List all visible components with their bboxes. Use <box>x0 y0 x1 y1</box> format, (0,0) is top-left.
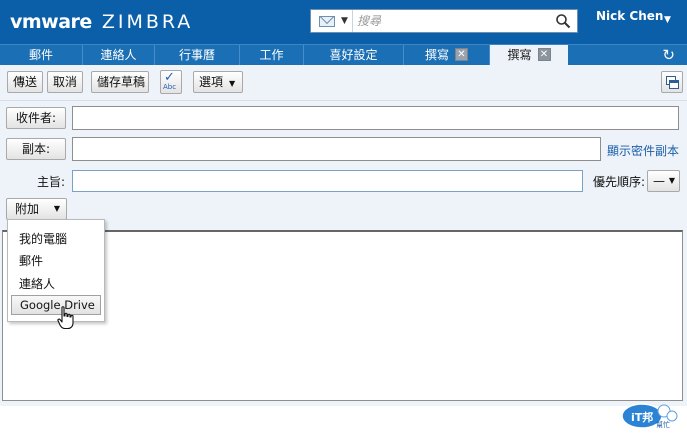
detach-window-icon-front <box>669 80 679 89</box>
search-icon[interactable] <box>555 13 571 29</box>
priority-label: 優先順序: <box>593 175 646 189</box>
cc-field[interactable] <box>72 137 601 161</box>
chevron-down-icon[interactable]: ▼ <box>664 15 671 25</box>
hand-cursor-icon <box>57 306 74 330</box>
search-box: ▼ <box>310 9 578 33</box>
tab-compose-2[interactable]: 撰寫 ✕ <box>490 45 568 66</box>
tab-label: 撰寫 <box>507 48 532 62</box>
ithome-logo-icon: iT邦 幫忙 <box>621 403 678 429</box>
menu-item-mail[interactable]: 郵件 <box>19 252 43 269</box>
chevron-down-icon: ▼ <box>229 79 236 88</box>
tab-tasks[interactable]: 工作 <box>240 45 304 65</box>
tab-compose-1[interactable]: 撰寫 ✕ <box>404 45 490 65</box>
compose-toolbar: 傳送 取消 儲存草稿 ✓ Abc 選項 ▼ <box>0 65 687 101</box>
attach-button[interactable]: 附加 ▼ <box>6 198 67 220</box>
chevron-down-icon: ▼ <box>668 176 675 185</box>
subject-label: 主旨: <box>37 175 66 189</box>
cc-button[interactable]: 副本: <box>6 138 66 160</box>
watermark-sub: 幫忙 <box>656 420 670 429</box>
tab-label: 撰寫 <box>424 48 449 62</box>
spellcheck-button[interactable]: ✓ Abc <box>160 70 182 94</box>
tab-calendar[interactable]: 行事曆 <box>155 45 240 65</box>
envelope-icon <box>319 16 335 27</box>
brand-zimbra: ZIMBRA <box>101 11 194 33</box>
detach-window-button[interactable] <box>661 71 683 93</box>
zimbra-logo: vmware ZIMBRA <box>10 11 193 33</box>
priority-dropdown[interactable]: — ▼ <box>647 170 680 192</box>
watermark-main: iT邦 <box>631 410 653 424</box>
to-button[interactable]: 收件者: <box>6 107 66 129</box>
tab-label: 喜好設定 <box>329 48 378 62</box>
spellcheck-label: Abc <box>163 83 177 91</box>
brand-vmware: vmware <box>10 11 92 33</box>
close-icon[interactable]: ✕ <box>537 48 551 61</box>
send-button[interactable]: 傳送 <box>7 71 43 93</box>
priority-value: — <box>653 174 665 188</box>
app-tabbar: 郵件 連絡人 行事曆 工作 喜好設定 撰寫 ✕ 撰寫 ✕ ↻ <box>0 44 687 66</box>
attach-menu: 我的電腦 郵件 連絡人 Google Drive <box>7 219 105 322</box>
menu-item-contacts[interactable]: 連絡人 <box>19 275 55 292</box>
subject-field[interactable] <box>72 170 583 192</box>
menu-item-google-drive[interactable]: Google Drive <box>11 295 101 315</box>
app-header: vmware ZIMBRA ▼ Nick Chen ▼ <box>0 0 687 44</box>
chevron-down-icon: ▼ <box>53 204 60 213</box>
search-input[interactable] <box>357 12 547 30</box>
tab-preferences[interactable]: 喜好設定 <box>304 45 404 65</box>
tab-label: 行事曆 <box>178 48 215 62</box>
tab-label: 郵件 <box>28 48 53 62</box>
to-field[interactable] <box>72 106 679 130</box>
tab-contacts[interactable]: 連絡人 <box>83 45 155 65</box>
tab-label: 連絡人 <box>100 48 137 62</box>
show-bcc-link[interactable]: 顯示密件副本 <box>607 142 679 159</box>
refresh-icon[interactable]: ↻ <box>662 46 675 64</box>
attach-label: 附加 <box>15 202 40 216</box>
menu-item-my-computer[interactable]: 我的電腦 <box>19 230 67 247</box>
options-label: 選項 <box>199 75 224 89</box>
chevron-down-icon: ▼ <box>341 16 348 26</box>
save-draft-button[interactable]: 儲存草稿 <box>91 71 149 93</box>
tab-label: 工作 <box>259 48 284 62</box>
close-icon[interactable]: ✕ <box>455 48 468 61</box>
user-name[interactable]: Nick Chen <box>596 9 663 23</box>
options-button[interactable]: 選項 ▼ <box>193 71 243 93</box>
cancel-button[interactable]: 取消 <box>47 71 83 93</box>
search-type-dropdown[interactable]: ▼ <box>311 10 353 32</box>
tab-mail[interactable]: 郵件 <box>0 45 83 65</box>
